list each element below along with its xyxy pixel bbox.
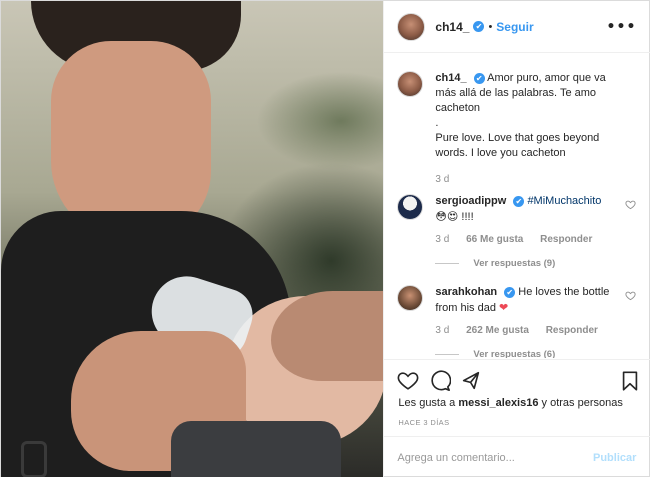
share-icon[interactable] [460, 370, 482, 392]
view-replies-label: Ver respuestas (9) [473, 258, 556, 269]
red-heart-emoji: ❤ [499, 301, 509, 314]
publish-button[interactable]: Publicar [593, 452, 636, 464]
view-replies-button[interactable]: Ver respuestas (6) [435, 347, 613, 358]
comment-time[interactable]: 3 d [435, 234, 449, 245]
view-replies-label: Ver respuestas (6) [473, 349, 556, 358]
likes-suffix[interactable]: y otras personas [538, 397, 623, 409]
avatar[interactable] [397, 285, 424, 311]
instagram-post: ch14_ ✔ • Seguir ••• ch14_ ✔ Amor puro, … [0, 0, 650, 477]
like-comment-heart-icon[interactable] [625, 290, 637, 301]
follow-button[interactable]: Seguir [496, 20, 533, 34]
comment-input[interactable] [397, 452, 578, 464]
post-side-panel: ch14_ ✔ • Seguir ••• ch14_ ✔ Amor puro, … [383, 1, 650, 477]
caption-username[interactable]: ch14_ [435, 72, 466, 84]
likes-summary[interactable]: Les gusta a messi_alexis16 y otras perso… [398, 397, 622, 409]
bookmark-icon[interactable] [619, 370, 641, 392]
comment-icon[interactable] [429, 370, 452, 392]
photo-onesie [171, 421, 341, 477]
replies-divider [435, 354, 460, 355]
comment-username[interactable]: sergioadippw [435, 195, 506, 207]
replies-divider [435, 263, 460, 264]
add-comment-form: Publicar [384, 436, 650, 477]
author-username[interactable]: ch14_ [435, 20, 469, 34]
action-icons [397, 370, 638, 392]
comment-likes[interactable]: 66 Me gusta [466, 234, 523, 245]
avatar[interactable] [397, 71, 424, 97]
verified-badge-icon: ✔ [473, 21, 485, 32]
avatar[interactable] [397, 12, 426, 41]
comment: sarahkohan ✔ He loves the bottle from hi… [397, 285, 637, 358]
comment-username[interactable]: sarahkohan [435, 286, 497, 298]
caption: ch14_ ✔ Amor puro, amor que va más allá … [397, 71, 636, 187]
view-replies-button[interactable]: Ver respuestas (9) [435, 256, 613, 271]
post-photo[interactable] [1, 1, 384, 477]
comment-likes[interactable]: 262 Me gusta [466, 325, 529, 336]
likes-prefix: Les gusta a [398, 397, 459, 409]
comment-text: !!!! [458, 211, 474, 223]
like-comment-heart-icon[interactable] [625, 199, 637, 210]
more-options-icon[interactable]: ••• [607, 19, 637, 35]
verified-badge-icon: ✔ [473, 73, 485, 84]
comment-time[interactable]: 3 d [435, 325, 449, 336]
heart-icon[interactable] [397, 370, 419, 392]
comments-list[interactable]: ch14_ ✔ Amor puro, amor que va más allá … [384, 54, 650, 358]
caption-dot: . [435, 117, 439, 129]
verified-badge-icon: ✔ [513, 196, 525, 207]
caption-text-en: Pure love. Love that goes beyond words. … [435, 132, 600, 159]
hashtag-link[interactable]: #MiMuchachito [527, 195, 601, 207]
reply-button[interactable]: Responder [546, 325, 598, 336]
photo-bracelet [21, 441, 47, 477]
comment: sergioadippw ✔ #MiMuchachito 😳😍 !!!! 3 d… [397, 194, 637, 271]
likes-user[interactable]: messi_alexis16 [458, 397, 538, 409]
verified-badge-icon: ✔ [504, 287, 516, 298]
post-actions: Les gusta a messi_alexis16 y otras perso… [384, 359, 650, 477]
post-header: ch14_ ✔ • Seguir ••• [384, 1, 650, 53]
post-timestamp[interactable]: HACE 3 DÍAS [398, 418, 449, 427]
comment-emojis: 😳😍 [435, 210, 459, 223]
avatar[interactable] [397, 194, 424, 220]
separator-dot: • [488, 20, 493, 33]
reply-button[interactable]: Responder [540, 234, 592, 245]
caption-time[interactable]: 3 d [435, 174, 449, 185]
